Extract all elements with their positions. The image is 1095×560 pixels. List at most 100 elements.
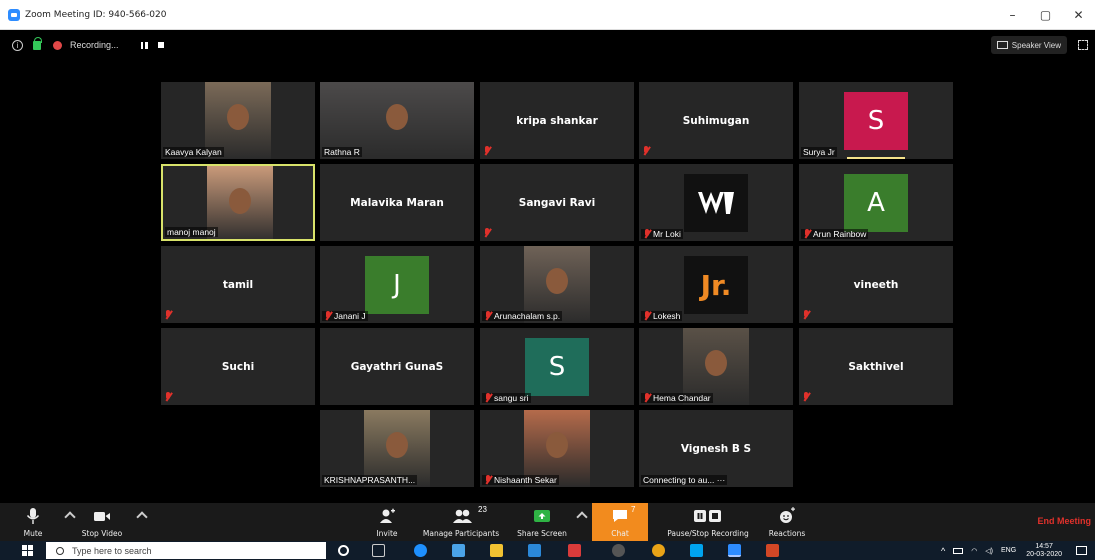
chrome-browser-icon[interactable] xyxy=(652,544,665,557)
pause-recording-icon[interactable] xyxy=(140,41,148,49)
participant-tile[interactable]: tamil xyxy=(161,246,315,323)
clock[interactable]: 14:57 20-03-2020 xyxy=(1026,543,1062,559)
participant-tile[interactable]: J Janani J xyxy=(320,246,474,323)
share-options-chevron-icon[interactable] xyxy=(576,511,588,523)
task-view-icon[interactable] xyxy=(372,544,385,557)
participant-name-label: Lokesh xyxy=(641,311,683,321)
volume-icon[interactable]: ◁) xyxy=(985,547,993,555)
video-options-chevron-icon[interactable] xyxy=(136,511,148,523)
cortana-icon[interactable] xyxy=(338,545,349,556)
participant-tile[interactable]: Nishaanth Sekar xyxy=(480,410,634,487)
participant-tile[interactable]: A Arun Rainbow xyxy=(799,164,953,241)
wifi-icon[interactable]: ◠ xyxy=(971,547,977,555)
fullscreen-icon[interactable] xyxy=(1078,40,1088,50)
participant-tile[interactable]: Suhimugan xyxy=(639,82,793,159)
chat-bubble-icon: 7 xyxy=(611,505,635,525)
mute-button[interactable]: Mute xyxy=(14,503,52,541)
pause-stop-recording-button[interactable]: Pause/Stop Recording xyxy=(660,503,756,541)
muted-mic-icon xyxy=(164,392,172,402)
participant-tile[interactable]: Rathna R xyxy=(320,82,474,159)
reactions-button[interactable]: Reactions xyxy=(764,503,810,541)
participant-name: Mr Loki xyxy=(653,229,681,239)
calendar-app-icon[interactable] xyxy=(452,544,465,557)
participant-name-label: Kaavya Kalyan xyxy=(163,147,224,157)
participant-tile[interactable]: KRISHNAPRASANTH... xyxy=(320,410,474,487)
participant-tile[interactable]: Mr Loki xyxy=(639,164,793,241)
participant-name: Rathna R xyxy=(324,147,360,157)
end-meeting-button[interactable]: End Meeting xyxy=(1038,516,1092,526)
info-icon[interactable]: i xyxy=(12,39,23,51)
participant-tile[interactable]: Sangavi Ravi xyxy=(480,164,634,241)
participants-count: 23 xyxy=(478,505,487,514)
participant-tile[interactable]: Suchi xyxy=(161,328,315,405)
mail-icon[interactable] xyxy=(528,544,541,557)
audio-options-chevron-icon[interactable] xyxy=(64,511,76,523)
participant-tile[interactable]: kripa shankar xyxy=(480,82,634,159)
muted-mic-icon xyxy=(483,228,491,238)
participant-tile[interactable]: Vignesh B S Connecting to au... ··· xyxy=(639,410,793,487)
skype-icon[interactable] xyxy=(690,544,703,557)
participant-name: Hema Chandar xyxy=(653,393,711,403)
media-player-icon[interactable] xyxy=(612,544,625,557)
participant-name: KRISHNAPRASANTH... xyxy=(324,475,416,485)
store-icon[interactable] xyxy=(568,544,581,557)
participant-tile[interactable]: Sakthivel xyxy=(799,328,953,405)
muted-mic-icon xyxy=(802,310,810,320)
minimize-button[interactable]: – xyxy=(996,0,1029,30)
participant-tile[interactable]: vineeth xyxy=(799,246,953,323)
pause-stop-recording-label: Pause/Stop Recording xyxy=(667,529,749,538)
maximize-button[interactable]: ▢ xyxy=(1029,0,1062,30)
participant-face xyxy=(229,187,251,214)
muted-mic-icon xyxy=(643,229,651,239)
chat-button[interactable]: 7 Chat xyxy=(592,503,648,541)
lock-icon[interactable] xyxy=(33,36,42,50)
share-screen-button[interactable]: Share Screen xyxy=(514,503,570,541)
participant-tile[interactable]: Gayathri GunaS xyxy=(320,328,474,405)
window-controls: – ▢ ✕ xyxy=(996,0,1095,30)
powerpoint-icon[interactable] xyxy=(766,544,779,557)
windows-start-icon[interactable] xyxy=(22,545,33,556)
participant-name-label: Mr Loki xyxy=(641,229,683,239)
participant-tile[interactable]: manoj manoj xyxy=(161,164,315,241)
participant-tile[interactable]: Jr. Lokesh xyxy=(639,246,793,323)
search-icon xyxy=(56,546,64,555)
muted-mic-icon xyxy=(803,229,811,239)
chat-label: Chat xyxy=(611,529,629,538)
invite-button[interactable]: Invite xyxy=(372,503,402,541)
stop-video-button[interactable]: Stop Video xyxy=(78,503,126,541)
participant-name: vineeth xyxy=(853,278,899,291)
file-explorer-icon[interactable] xyxy=(490,544,503,557)
participant-face xyxy=(705,349,727,376)
participants-icon: 23 xyxy=(452,505,487,525)
microphone-icon xyxy=(24,507,42,525)
participant-name-label: Rathna R xyxy=(322,147,362,157)
participant-name: kripa shankar xyxy=(516,114,598,127)
clock-date: 20-03-2020 xyxy=(1026,550,1062,558)
close-button[interactable]: ✕ xyxy=(1062,0,1095,30)
taskbar-search-input[interactable]: Type here to search xyxy=(46,542,326,559)
participant-name: Surya Jr xyxy=(803,147,835,157)
participant-tile[interactable]: Ssangu sri xyxy=(480,328,634,405)
tray-chevron-icon[interactable]: ^ xyxy=(941,546,945,556)
edge-browser-icon[interactable] xyxy=(414,544,427,557)
zoom-taskbar-icon[interactable] xyxy=(728,544,741,557)
participant-tile[interactable]: Arunachalam s.p. xyxy=(480,246,634,323)
avatar-initial: A xyxy=(844,174,908,232)
muted-mic-icon xyxy=(484,393,492,403)
stop-recording-icon[interactable] xyxy=(157,42,164,48)
muted-mic-icon xyxy=(324,311,332,321)
participant-tile[interactable]: S Surya Jr xyxy=(799,82,953,159)
muted-mic-icon xyxy=(643,393,651,403)
battery-icon[interactable] xyxy=(953,547,964,554)
language-indicator[interactable]: ENG xyxy=(1001,547,1016,554)
participant-name: tamil xyxy=(222,278,254,291)
speaker-view-icon xyxy=(996,41,1008,49)
participant-tile[interactable]: Hema Chandar xyxy=(639,328,793,405)
meeting-toolbar: Mute Stop Video Invite 23 Manage Partici… xyxy=(0,503,1095,541)
notifications-icon[interactable] xyxy=(1076,546,1087,555)
participant-name: Suchi xyxy=(221,360,255,373)
participant-tile[interactable]: Kaavya Kalyan xyxy=(161,82,315,159)
speaker-view-button[interactable]: Speaker View xyxy=(990,36,1067,54)
manage-participants-button[interactable]: 23 Manage Participants xyxy=(416,503,506,541)
participant-tile[interactable]: Malavika Maran xyxy=(320,164,474,241)
